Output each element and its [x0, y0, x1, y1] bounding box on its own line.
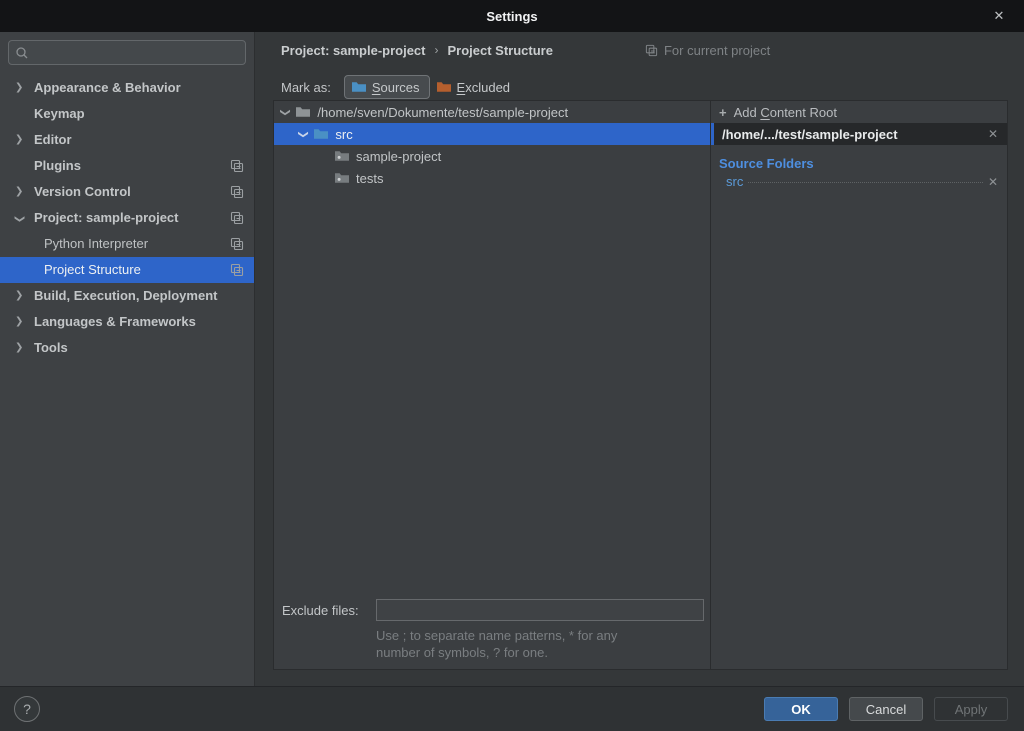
breadcrumb-separator: › [435, 43, 439, 57]
search-box[interactable] [8, 40, 246, 65]
dialog-footer: ? OK Cancel Apply [0, 686, 1024, 731]
chevron-down-icon: ❯ [6, 215, 32, 223]
tree-row-sample-project[interactable]: sample-project [274, 145, 710, 167]
sidebar-item-label: Project Structure [44, 262, 141, 277]
scope-note: For current project [645, 43, 770, 58]
close-icon[interactable]: ✕ [986, 0, 1012, 32]
sidebar-item-label: Tools [34, 340, 68, 355]
cancel-button[interactable]: Cancel [849, 697, 923, 721]
sidebar-item-label: Editor [34, 132, 72, 147]
sidebar-item-appearance-behavior[interactable]: ❯ Appearance & Behavior [0, 75, 254, 101]
per-project-settings-icon [230, 263, 244, 277]
exclude-files-section: Exclude files: Use ; to separate name pa… [274, 599, 710, 663]
per-project-settings-icon [645, 44, 658, 57]
content-root-item[interactable]: /home/.../test/sample-project ✕ [711, 123, 1007, 145]
project-tree-panel: ❯ /home/sven/Dokumente/test/sample-proje… [273, 100, 711, 670]
search-input[interactable] [34, 45, 239, 60]
tree-row-label: /home/sven/Dokumente/test/sample-project [317, 105, 568, 120]
folder-icon [295, 104, 311, 120]
chevron-down-icon[interactable]: ❯ [280, 108, 291, 116]
chevron-right-icon: ❯ [15, 335, 23, 361]
help-button[interactable]: ? [14, 696, 40, 722]
content-roots-panel: + Add Content Root /home/.../test/sample… [710, 100, 1008, 670]
excluded-folder-icon [436, 79, 452, 95]
scope-note-label: For current project [664, 43, 770, 58]
per-project-settings-icon [230, 211, 244, 225]
source-folder-label: src [726, 174, 743, 189]
sidebar-item-label: Version Control [34, 184, 131, 199]
sidebar-item-languages-frameworks[interactable]: ❯ Languages & Frameworks [0, 309, 254, 335]
breadcrumb: Project: sample-project › Project Struct… [255, 32, 1024, 68]
exclude-files-input[interactable] [376, 599, 704, 621]
sidebar-item-label: Python Interpreter [44, 236, 148, 251]
tree-row-label: sample-project [356, 149, 441, 164]
sidebar-item-project-structure[interactable]: Project Structure [0, 257, 254, 283]
sidebar-item-project-sample-project[interactable]: ❯ Project: sample-project [0, 205, 254, 231]
search-icon [15, 46, 29, 60]
exclude-files-hint: Use ; to separate name patterns, * for a… [376, 627, 710, 661]
page-title: Project Structure [448, 43, 553, 58]
sidebar-item-label: Languages & Frameworks [34, 314, 196, 329]
sidebar-item-editor[interactable]: ❯ Editor [0, 127, 254, 153]
mark-sources-button[interactable]: Sources [344, 75, 430, 99]
settings-dialog: Settings ✕ ❯ Appearance & Behavior Keyma… [0, 0, 1024, 731]
apply-button[interactable]: Apply [934, 697, 1008, 721]
sidebar-item-plugins[interactable]: Plugins [0, 153, 254, 179]
sidebar-item-build-execution-deployment[interactable]: ❯ Build, Execution, Deployment [0, 283, 254, 309]
folder-icon [334, 148, 350, 164]
title-bar: Settings ✕ [0, 0, 1024, 32]
window-title: Settings [486, 9, 537, 24]
sidebar-item-keymap[interactable]: Keymap [0, 101, 254, 127]
sidebar-item-label: Keymap [34, 106, 85, 121]
remove-source-folder-icon[interactable]: ✕ [988, 175, 998, 189]
chevron-right-icon: ❯ [15, 127, 23, 153]
source-folder-item[interactable]: src ✕ [711, 174, 1007, 194]
mark-as-label: Mark as: [281, 80, 331, 95]
ok-button[interactable]: OK [764, 697, 838, 721]
tree-row-tests[interactable]: tests [274, 167, 710, 189]
source-folder-icon [351, 79, 367, 95]
mark-excluded-label: Excluded [457, 80, 510, 95]
add-content-root-label: Add Content Root [734, 105, 837, 120]
sidebar-item-tools[interactable]: ❯ Tools [0, 335, 254, 361]
folder-icon [334, 170, 350, 186]
settings-nav: ❯ Appearance & Behavior Keymap ❯ Editor … [0, 75, 254, 361]
mark-excluded-button[interactable]: Excluded [430, 75, 519, 99]
breadcrumb-project: Project: sample-project [281, 43, 426, 58]
sidebar-item-label: Build, Execution, Deployment [34, 288, 217, 303]
settings-content: Project: sample-project › Project Struct… [255, 32, 1024, 686]
sidebar-item-label: Project: sample-project [34, 210, 179, 225]
mark-as-toolbar: Mark as: Sources Excluded [255, 72, 1024, 102]
tree-row-content-root[interactable]: ❯ /home/sven/Dokumente/test/sample-proje… [274, 101, 710, 123]
add-content-root-button[interactable]: + Add Content Root [711, 101, 1007, 123]
source-folders-heading: Source Folders [711, 154, 1007, 174]
chevron-right-icon: ❯ [15, 309, 23, 335]
sidebar-item-label: Appearance & Behavior [34, 80, 181, 95]
remove-content-root-icon[interactable]: ✕ [988, 127, 998, 141]
per-project-settings-icon [230, 185, 244, 199]
chevron-down-icon[interactable]: ❯ [298, 130, 309, 138]
per-project-settings-icon [230, 159, 244, 173]
plus-icon: + [719, 105, 727, 120]
chevron-right-icon: ❯ [15, 283, 23, 309]
tree-row-src[interactable]: ❯ src [274, 123, 710, 145]
chevron-right-icon: ❯ [15, 75, 23, 101]
dotted-leader [748, 182, 983, 183]
sidebar-item-python-interpreter[interactable]: Python Interpreter [0, 231, 254, 257]
tree-row-label: tests [356, 171, 383, 186]
exclude-files-label: Exclude files: [282, 603, 376, 618]
per-project-settings-icon [230, 237, 244, 251]
source-folder-icon [313, 126, 329, 142]
sidebar-item-label: Plugins [34, 158, 81, 173]
chevron-right-icon: ❯ [15, 179, 23, 205]
mark-sources-label: Sources [372, 80, 420, 95]
sidebar-item-version-control[interactable]: ❯ Version Control [0, 179, 254, 205]
content-root-path: /home/.../test/sample-project [722, 127, 898, 142]
settings-sidebar: ❯ Appearance & Behavior Keymap ❯ Editor … [0, 32, 255, 686]
tree-row-label: src [335, 127, 352, 142]
